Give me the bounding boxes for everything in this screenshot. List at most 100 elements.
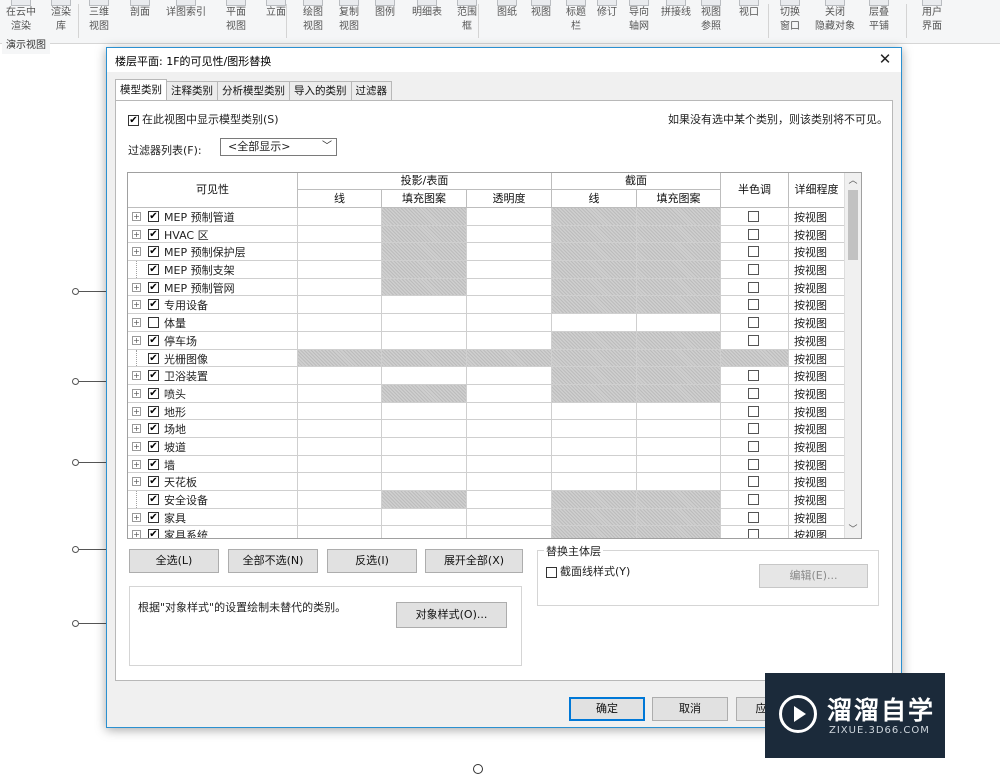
halftone-checkbox[interactable]: [748, 334, 759, 346]
expand-plus-icon[interactable]: +: [132, 371, 141, 381]
tab-3[interactable]: 导入的类别: [289, 81, 352, 100]
halftone-checkbox[interactable]: [748, 246, 759, 258]
category-row[interactable]: + ✔ 停车场 按视图: [128, 331, 861, 350]
category-visibility-checkbox[interactable]: ✔: [148, 458, 159, 470]
category-visibility-checkbox[interactable]: ✔: [148, 264, 159, 276]
halftone-checkbox[interactable]: [748, 264, 759, 276]
ribbon-button-6[interactable]: 立面: [259, 0, 293, 20]
category-visibility-checkbox[interactable]: ✔: [148, 299, 159, 311]
category-row[interactable]: + ✔ 坡道 按视图: [128, 437, 861, 456]
detail-level-value[interactable]: 按视图: [794, 404, 827, 420]
ribbon-button-0[interactable]: 在云中 渲染: [3, 0, 39, 34]
category-row[interactable]: + ✔ 专用设备 按视图: [128, 296, 861, 315]
category-visibility-checkbox[interactable]: ✔: [148, 281, 159, 293]
halftone-checkbox[interactable]: [748, 317, 759, 329]
category-row[interactable]: + 体量 按视图: [128, 314, 861, 332]
override-cell[interactable]: [637, 473, 721, 490]
expand-plus-icon[interactable]: +: [132, 300, 141, 310]
override-cell[interactable]: [637, 314, 721, 331]
ribbon-button-1[interactable]: 渲染 库: [43, 0, 79, 34]
halftone-checkbox[interactable]: [748, 299, 759, 311]
object-styles-button[interactable]: 对象样式(O)...: [396, 602, 507, 628]
ribbon-button-7[interactable]: 绘图 视图: [297, 0, 329, 34]
category-row[interactable]: + ✔ 天花板 按视图: [128, 473, 861, 491]
category-row[interactable]: ✔ 安全设备 按视图: [128, 491, 861, 509]
halftone-checkbox[interactable]: [748, 476, 759, 488]
category-row[interactable]: + ✔ 卫浴装置 按视图: [128, 367, 861, 385]
category-row[interactable]: + ✔ MEP 预制保护层 按视图: [128, 243, 861, 262]
expand-plus-icon[interactable]: +: [132, 212, 141, 221]
tab-4[interactable]: 过滤器: [350, 81, 392, 100]
category-visibility-checkbox[interactable]: ✔: [148, 352, 159, 364]
override-cell[interactable]: [467, 261, 552, 278]
expand-all-button[interactable]: 展开全部(X): [425, 549, 523, 573]
override-cell[interactable]: [298, 278, 382, 296]
category-visibility-checkbox[interactable]: [148, 317, 159, 329]
halftone-checkbox[interactable]: [748, 211, 759, 222]
scroll-up-icon[interactable]: ︿: [845, 173, 861, 189]
category-visibility-checkbox[interactable]: ✔: [148, 529, 159, 538]
show-model-categories-checkbox[interactable]: ✔: [128, 114, 139, 126]
scrollbar-thumb[interactable]: [848, 190, 858, 260]
override-cell[interactable]: [467, 367, 552, 384]
category-row[interactable]: + ✔ 喷头 按视图: [128, 384, 861, 403]
override-cell[interactable]: [382, 314, 467, 331]
override-cell[interactable]: [467, 208, 552, 225]
halftone-checkbox[interactable]: [748, 494, 759, 505]
category-row[interactable]: ✔ MEP 预制支架 按视图: [128, 261, 861, 279]
override-cell[interactable]: [298, 455, 382, 473]
category-visibility-checkbox[interactable]: ✔: [148, 370, 159, 382]
ribbon-button-11[interactable]: 范围 框: [452, 0, 482, 34]
override-cell[interactable]: [552, 402, 637, 420]
category-row[interactable]: + ✔ 家具系统 按视图: [128, 526, 861, 538]
category-row[interactable]: ✔ 光栅图像 按视图: [128, 349, 861, 368]
category-row[interactable]: + ✔ 地形 按视图: [128, 402, 861, 421]
halftone-checkbox[interactable]: [748, 423, 759, 435]
override-cell[interactable]: [467, 296, 552, 314]
ribbon-button-19[interactable]: 视口: [733, 0, 765, 20]
detail-level-value[interactable]: 按视图: [794, 492, 827, 508]
override-cell[interactable]: [467, 243, 552, 261]
category-visibility-checkbox[interactable]: ✔: [148, 476, 159, 488]
cut-line-styles-row[interactable]: 截面线样式(Y): [546, 563, 630, 579]
detail-level-value[interactable]: 按视图: [794, 262, 827, 278]
override-cell[interactable]: [298, 261, 382, 278]
category-visibility-checkbox[interactable]: ✔: [148, 246, 159, 258]
override-cell[interactable]: [298, 473, 382, 490]
detail-level-value[interactable]: 按视图: [794, 421, 827, 437]
override-cell[interactable]: [382, 508, 467, 526]
detail-level-value[interactable]: 按视图: [794, 474, 827, 490]
category-visibility-checkbox[interactable]: ✔: [148, 423, 159, 435]
override-cell[interactable]: [552, 420, 637, 437]
override-cell[interactable]: [298, 384, 382, 402]
show-model-categories-row[interactable]: ✔ 在此视图中显示模型类别(S): [128, 111, 279, 127]
expand-plus-icon[interactable]: +: [132, 247, 141, 257]
close-icon[interactable]: ✕: [875, 49, 895, 69]
category-visibility-checkbox[interactable]: ✔: [148, 440, 159, 452]
detail-level-value[interactable]: 按视图: [794, 244, 827, 260]
override-cell[interactable]: [467, 473, 552, 490]
override-cell[interactable]: [467, 437, 552, 455]
category-row[interactable]: + ✔ 墙 按视图: [128, 455, 861, 474]
cancel-button[interactable]: 取消: [652, 697, 728, 721]
tab-1[interactable]: 注释类别: [166, 81, 218, 100]
expand-plus-icon[interactable]: +: [132, 406, 141, 416]
scroll-down-icon[interactable]: ﹀: [845, 522, 861, 538]
override-cell[interactable]: [298, 526, 382, 538]
expand-plus-icon[interactable]: +: [132, 335, 141, 345]
override-cell[interactable]: [637, 455, 721, 473]
expand-plus-icon[interactable]: +: [132, 388, 141, 398]
ribbon-button-5[interactable]: 平面 视图: [219, 0, 253, 34]
detail-level-value[interactable]: 按视图: [794, 368, 827, 384]
halftone-checkbox[interactable]: [748, 405, 759, 417]
ribbon-button-10[interactable]: 明细表: [407, 0, 447, 20]
ribbon-button-4[interactable]: 详图索引: [160, 0, 212, 20]
override-cell[interactable]: [382, 367, 467, 384]
ribbon-button-12[interactable]: 图纸: [492, 0, 522, 20]
edit-button[interactable]: 编辑(E)...: [759, 564, 868, 588]
detail-level-value[interactable]: 按视图: [794, 527, 827, 538]
override-cell[interactable]: [467, 331, 552, 349]
detail-level-value[interactable]: 按视图: [794, 227, 827, 243]
override-cell[interactable]: [298, 296, 382, 314]
category-row[interactable]: + ✔ 家具 按视图: [128, 508, 861, 527]
